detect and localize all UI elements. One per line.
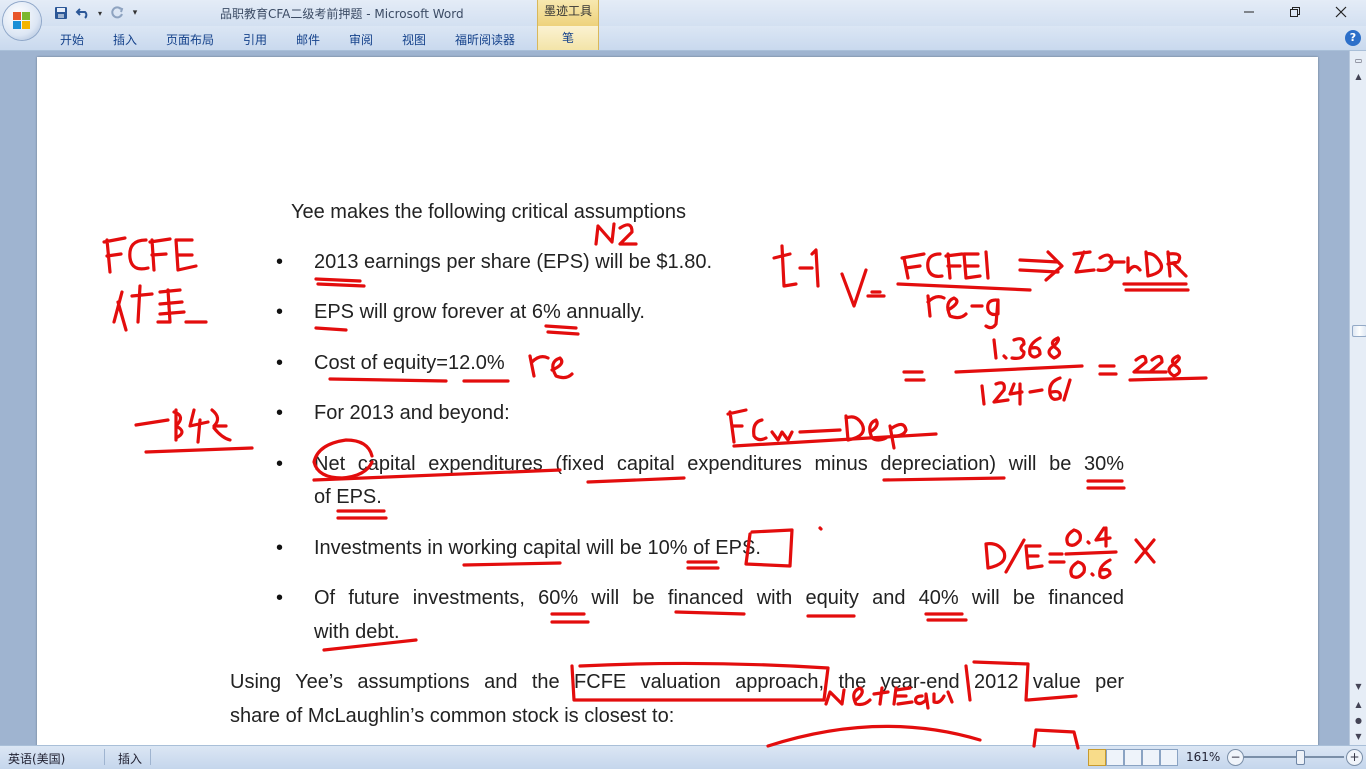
customize-toolbar-icon[interactable]: ▾ bbox=[130, 4, 140, 22]
minimize-button[interactable] bbox=[1226, 0, 1272, 24]
document-page[interactable]: Yee makes the following critical assumpt… bbox=[37, 57, 1318, 745]
bullet-marker: • bbox=[276, 587, 284, 609]
scroll-thumb[interactable] bbox=[1352, 325, 1366, 337]
bullet-net-capex-line2: of EPS. bbox=[314, 486, 382, 508]
web-layout-view-icon[interactable] bbox=[1124, 749, 1142, 766]
tab-foxit-reader[interactable]: 福昕阅读器 bbox=[455, 31, 515, 48]
restore-icon bbox=[1290, 7, 1300, 17]
quick-access-toolbar: ▾ ▾ bbox=[52, 4, 140, 22]
bullet-financing-line2: with debt. bbox=[314, 621, 400, 643]
tab-references[interactable]: 引用 bbox=[243, 31, 267, 48]
help-icon[interactable]: ? bbox=[1345, 30, 1361, 46]
bullet-marker: • bbox=[276, 251, 284, 273]
redo-icon[interactable] bbox=[108, 4, 126, 22]
draft-view-icon[interactable] bbox=[1160, 749, 1178, 766]
scroll-down-icon[interactable]: ▼ bbox=[1351, 679, 1366, 693]
full-screen-reading-view-icon[interactable] bbox=[1106, 749, 1124, 766]
next-page-icon[interactable]: ▼ bbox=[1351, 729, 1366, 743]
office-button[interactable] bbox=[3, 2, 41, 40]
bullet-cost-of-equity: Cost of equity=12.0% bbox=[314, 352, 505, 374]
status-bar: 英语(美国) 插入 161% − + bbox=[0, 745, 1366, 769]
close-button[interactable] bbox=[1318, 0, 1364, 24]
office-logo-icon bbox=[13, 12, 31, 30]
tab-review[interactable]: 审阅 bbox=[349, 31, 373, 48]
tab-mailings[interactable]: 邮件 bbox=[296, 31, 320, 48]
document-area: Yee makes the following critical assumpt… bbox=[0, 51, 1349, 745]
ribbon-tabs: 开始 插入 页面布局 引用 邮件 审阅 视图 福昕阅读器 笔 ? bbox=[0, 26, 1366, 51]
bullet-2013-beyond: For 2013 and beyond: bbox=[314, 402, 510, 424]
bullet-eps-2013: 2013 earnings per share (EPS) will be $1… bbox=[314, 251, 713, 273]
window-title: 品职教育CFA二级考前押题 - Microsoft Word bbox=[220, 7, 464, 21]
zoom-out-icon[interactable]: − bbox=[1227, 749, 1244, 766]
zoom-in-icon[interactable]: + bbox=[1346, 749, 1363, 766]
print-layout-view-icon[interactable] bbox=[1088, 749, 1106, 766]
view-ruler-icon[interactable]: ▭ bbox=[1351, 53, 1366, 67]
bullet-marker: • bbox=[276, 453, 284, 475]
tab-home[interactable]: 开始 bbox=[60, 31, 84, 48]
bullet-marker: • bbox=[276, 352, 284, 374]
bullet-financing-line1: Of future investments, 60% will be finan… bbox=[314, 587, 1124, 609]
title-bar: ▾ ▾ 品职教育CFA二级考前押题 - Microsoft Word 墨迹工具 bbox=[0, 0, 1366, 26]
restore-button[interactable] bbox=[1272, 0, 1318, 24]
zoom-level[interactable]: 161% bbox=[1186, 750, 1220, 764]
zoom-slider-track[interactable] bbox=[1244, 756, 1344, 758]
undo-dropdown-icon[interactable]: ▾ bbox=[96, 4, 104, 22]
minimize-icon bbox=[1244, 11, 1254, 13]
tab-page-layout[interactable]: 页面布局 bbox=[166, 31, 214, 48]
bullet-eps-growth: EPS will grow forever at 6% annually. bbox=[314, 301, 645, 323]
save-icon[interactable] bbox=[52, 4, 70, 22]
scroll-up-icon[interactable]: ▲ bbox=[1351, 69, 1366, 83]
ink-tools-context-tab: 墨迹工具 bbox=[537, 0, 599, 26]
undo-icon[interactable] bbox=[74, 4, 92, 22]
tab-pen[interactable]: 笔 bbox=[537, 26, 599, 50]
outline-view-icon[interactable] bbox=[1142, 749, 1160, 766]
vertical-scrollbar[interactable]: ▭ ▲ ▼ ▲ ● ▼ bbox=[1349, 51, 1366, 745]
zoom-slider-thumb[interactable] bbox=[1296, 750, 1305, 765]
tab-insert[interactable]: 插入 bbox=[113, 31, 137, 48]
tab-view[interactable]: 视图 bbox=[402, 31, 426, 48]
insert-mode-status[interactable]: 插入 bbox=[118, 750, 142, 767]
status-separator bbox=[150, 749, 151, 765]
status-separator bbox=[104, 749, 105, 765]
bullet-net-capex-line1: Net capital expenditures (fixed capital … bbox=[314, 453, 1124, 475]
language-status[interactable]: 英语(美国) bbox=[8, 750, 65, 767]
previous-page-icon[interactable]: ▲ bbox=[1351, 697, 1366, 711]
question-line1: Using Yee’s assumptions and the FCFE val… bbox=[230, 671, 1124, 693]
select-browse-object-icon[interactable]: ● bbox=[1351, 713, 1366, 727]
bullet-working-capital: Investments in working capital will be 1… bbox=[314, 537, 761, 559]
close-icon bbox=[1335, 6, 1347, 18]
question-line2: share of McLaughlin’s common stock is cl… bbox=[230, 705, 675, 727]
intro-paragraph: Yee makes the following critical assumpt… bbox=[291, 201, 687, 223]
bullet-marker: • bbox=[276, 402, 284, 424]
bullet-marker: • bbox=[276, 537, 284, 559]
bullet-marker: • bbox=[276, 301, 284, 323]
